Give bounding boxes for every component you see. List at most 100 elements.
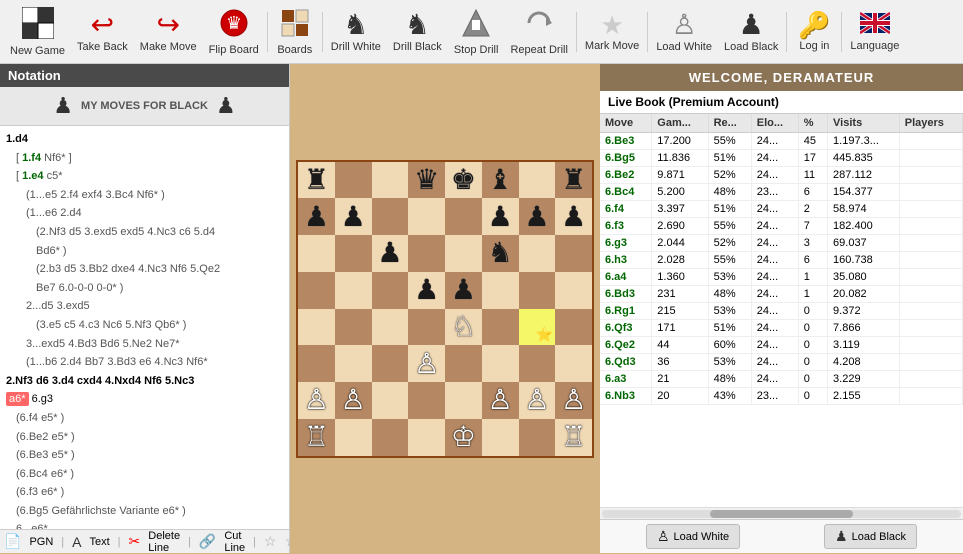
move-cell[interactable]: 6.Qe2 [600, 337, 652, 354]
move-cell[interactable]: 6.Qd3 [600, 354, 652, 371]
drill-white-button[interactable]: ♞ Drill White [325, 2, 387, 62]
chess-cell[interactable] [335, 419, 372, 456]
make-move-button[interactable]: ↪ Make Move [134, 2, 203, 62]
chess-cell[interactable] [519, 235, 556, 272]
chess-cell[interactable] [372, 162, 409, 199]
move-cell[interactable]: 6.Bg5 [600, 150, 652, 167]
chess-cell[interactable] [445, 382, 482, 419]
chess-cell[interactable]: ♟ [298, 198, 335, 235]
log-in-button[interactable]: 🔑 Log in [789, 2, 839, 62]
chess-cell[interactable]: ♟ [335, 198, 372, 235]
notation-content[interactable]: 1.d4 [ 1.f4 Nf6* ] [ 1.e4 c5* (1...e5 2.… [0, 126, 289, 529]
chess-cell[interactable] [372, 419, 409, 456]
chess-cell[interactable] [555, 309, 592, 346]
chess-cell[interactable]: ♙ [482, 382, 519, 419]
chess-cell[interactable]: ♟ [408, 272, 445, 309]
flip-board-button[interactable]: ♛ Flip Board [203, 2, 265, 62]
chess-cell[interactable] [372, 198, 409, 235]
chess-cell[interactable]: ♟ [555, 198, 592, 235]
move-cell[interactable]: 6.Bc4 [600, 184, 652, 201]
chess-cell[interactable] [335, 162, 372, 199]
footer-load-white-button[interactable]: ♙ Load White [646, 524, 740, 549]
chess-cell[interactable] [408, 382, 445, 419]
chess-cell[interactable] [519, 272, 556, 309]
chess-cell[interactable]: ♟ [519, 198, 556, 235]
chess-cell[interactable] [335, 235, 372, 272]
move-cell[interactable]: 6.Nb3 [600, 388, 652, 405]
chess-cell[interactable]: ♟ [372, 235, 409, 272]
move-cell[interactable]: 6.h3 [600, 252, 652, 269]
language-button[interactable]: Language [844, 2, 905, 62]
move-cell[interactable]: 6.Qf3 [600, 320, 652, 337]
chess-cell[interactable]: ♞ [482, 235, 519, 272]
chess-cell[interactable] [408, 235, 445, 272]
chess-cell[interactable] [335, 272, 372, 309]
chess-cell[interactable]: ♜ [298, 162, 335, 199]
chess-cell[interactable]: ♜ [555, 162, 592, 199]
chess-cell[interactable] [298, 272, 335, 309]
chess-cell[interactable]: ♙ [298, 382, 335, 419]
new-game-button[interactable]: New Game [4, 2, 71, 62]
chess-cell[interactable]: ♙ [519, 382, 556, 419]
chess-cell[interactable]: ♖ [555, 419, 592, 456]
chess-cell[interactable] [445, 198, 482, 235]
mark-move-button[interactable]: ★ Mark Move [579, 2, 645, 62]
chess-cell[interactable] [482, 345, 519, 382]
chess-cell[interactable] [372, 309, 409, 346]
chess-cell[interactable]: ⭐ [519, 309, 556, 346]
drill-black-button[interactable]: ♞ Drill Black [387, 2, 448, 62]
chess-cell[interactable] [482, 272, 519, 309]
load-black-button[interactable]: ♟ Load Black [718, 2, 784, 62]
chess-cell[interactable] [482, 309, 519, 346]
boards-button[interactable]: Boards [270, 2, 320, 62]
chess-cell[interactable]: ♟ [482, 198, 519, 235]
take-back-button[interactable]: ↩ Take Back [71, 2, 134, 62]
horizontal-scrollbar[interactable] [600, 507, 963, 519]
chess-cell[interactable] [372, 382, 409, 419]
chess-cell[interactable] [298, 235, 335, 272]
star-icon[interactable]: ☆ [264, 533, 277, 550]
move-cell[interactable]: 6.g3 [600, 235, 652, 252]
chess-cell[interactable]: ♙ [555, 382, 592, 419]
pgn-icon[interactable]: 📄 [4, 533, 21, 550]
move-cell[interactable]: 6.a4 [600, 269, 652, 286]
chess-cell[interactable] [555, 345, 592, 382]
chess-cell[interactable] [372, 272, 409, 309]
chess-cell[interactable] [298, 345, 335, 382]
move-cell[interactable]: 6.Be2 [600, 167, 652, 184]
stop-drill-button[interactable]: Stop Drill [448, 2, 505, 62]
chess-cell[interactable] [555, 272, 592, 309]
load-white-button[interactable]: ♙ Load White [650, 2, 718, 62]
footer-load-black-button[interactable]: ♟ Load Black [824, 524, 917, 549]
repeat-drill-button[interactable]: Repeat Drill [504, 2, 573, 62]
move-cell[interactable]: 6.a3 [600, 371, 652, 388]
chess-cell[interactable]: ♙ [408, 345, 445, 382]
chess-cell[interactable] [519, 419, 556, 456]
chess-cell[interactable] [408, 198, 445, 235]
chess-cell[interactable] [555, 235, 592, 272]
livebook-scroll[interactable]: Move Gam... Re... Elo... % Visits Player… [600, 114, 963, 507]
chess-cell[interactable] [519, 162, 556, 199]
chess-cell[interactable] [335, 309, 372, 346]
chess-cell[interactable] [408, 419, 445, 456]
chess-cell[interactable]: ♙ [335, 382, 372, 419]
move-cell[interactable]: 6.f3 [600, 218, 652, 235]
chess-cell[interactable] [298, 309, 335, 346]
move-cell[interactable]: 6.Rg1 [600, 303, 652, 320]
chess-cell[interactable]: ♖ [298, 419, 335, 456]
move-cell[interactable]: 6.Bd3 [600, 286, 652, 303]
delete-line-icon[interactable]: ✂ [129, 533, 141, 550]
chess-cell[interactable]: ♝ [482, 162, 519, 199]
chess-cell[interactable] [445, 235, 482, 272]
chess-cell[interactable] [519, 345, 556, 382]
chess-cell[interactable] [445, 345, 482, 382]
chess-cell[interactable] [372, 345, 409, 382]
move-cell[interactable]: 6.f4 [600, 201, 652, 218]
chess-cell[interactable]: ♘ [445, 309, 482, 346]
chess-cell[interactable]: ♚ [445, 162, 482, 199]
move-cell[interactable]: 6.Be3 [600, 133, 652, 150]
chess-cell[interactable]: ♔ [445, 419, 482, 456]
text-icon[interactable]: A [72, 534, 81, 550]
chess-cell[interactable]: ♟ [445, 272, 482, 309]
cut-line-icon[interactable]: 🔗 [199, 533, 216, 550]
